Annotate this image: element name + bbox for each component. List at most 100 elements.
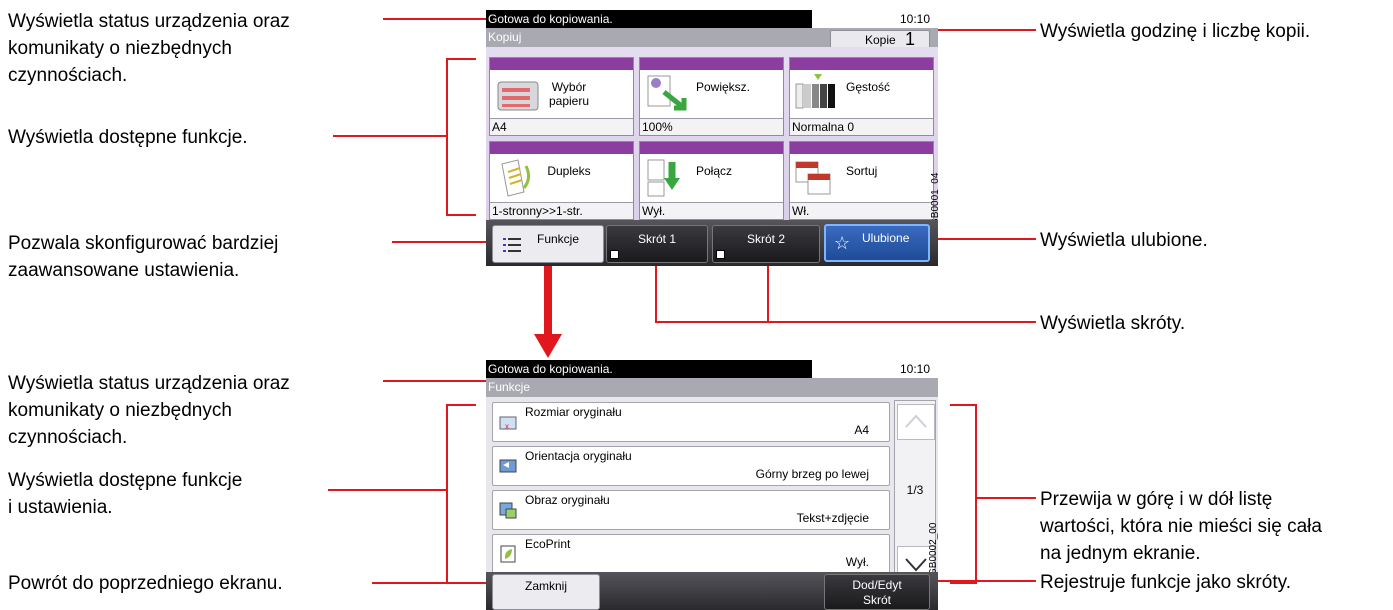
density-icon [795,74,835,109]
list-item-ecoprint[interactable]: EcoPrint Wył. [492,534,890,574]
add-edit-label-1: Dod/Edyt [852,578,902,592]
tile-label: Wybór papieru [548,80,590,108]
down-arrow-head [534,334,562,358]
combine-icon [647,159,680,197]
figure-code: GB0002_00 [928,522,938,576]
annotation-functions-top: Wyświetla dostępne funkcje. [8,127,248,148]
status-bar: Gotowa do kopiowania. 10:10 [486,10,938,28]
add-edit-shortcut-button[interactable]: Dod/Edyt Skrót [824,574,930,610]
shortcut-2-button[interactable]: Skrót 2 [712,225,820,263]
item-label: Obraz oryginału [525,493,610,507]
annotation-register: Rejestruje funkcje jako skróty. [1040,572,1291,593]
leader-functions-top [333,135,448,137]
annotation-status-bottom: Wyświetla status urządzenia oraz komunik… [8,373,290,448]
status-message: Gotowa do kopiowania. [488,362,613,376]
title-bar: Funkcje [486,378,938,397]
shortcut-2-label: Skrót 2 [746,232,785,246]
tile-combine[interactable]: Połącz Wył. [639,141,784,220]
bracket-functions-bottom [446,404,448,584]
ecoprint-icon [500,545,516,563]
original-size-icon: x [499,416,517,431]
title-bar: Kopiuj Kopie 1 [486,28,938,49]
tile-label: Połącz [696,164,733,178]
leader-back [372,582,490,584]
annotation-back: Powrót do poprzedniego ekranu. [8,573,283,594]
leader-scroll [975,497,1036,499]
list-item-original-size[interactable]: x Rozmiar oryginału A4 [492,402,890,442]
orientation-icon [499,459,517,473]
functions-screen: Gotowa do kopiowania. 10:10 Funkcje x Ro… [486,360,938,610]
bottom-bar: Zamknij Dod/Edyt Skrót [486,572,938,610]
leader-shortcut2 [767,262,769,322]
item-label: Rozmiar oryginału [525,405,622,419]
tile-duplex[interactable]: Dupleks 1-stronny>>1-str. [489,141,634,220]
annotation-shortcuts: Wyświetla skróty. [1040,313,1186,334]
tile-zoom[interactable]: Powiększ. 100% [639,57,784,136]
copy-screen: Gotowa do kopiowania. 10:10 Kopiuj Kopie… [486,10,938,266]
tile-value: Wł. [790,202,933,219]
page-indicator: 1/3 [906,483,924,497]
add-edit-label-2: Skrót [862,593,891,607]
favorites-button[interactable]: ☆ Ulubione [824,224,930,262]
scroll-up-button[interactable] [897,404,935,440]
functions-list-icon [503,238,521,252]
annotation-time-copies: Wyświetla godzinę i liczbę kopii. [1040,21,1311,42]
status-bar: Gotowa do kopiowania. 10:10 [486,360,938,378]
item-value: Wył. [845,555,869,569]
annotation-functions-bottom: Wyświetla dostępne funkcje i ustawienia. [8,470,243,518]
leader-status-top [383,18,499,20]
annotation-status-top: Wyświetla status urządzenia oraz komunik… [8,11,290,86]
leader-shortcut1 [655,262,657,322]
collate-icon [795,161,831,195]
shortcut-1-button[interactable]: Skrót 1 [606,225,708,263]
leader-advanced [392,241,495,243]
chevron-up-icon [905,414,927,428]
functions-button[interactable]: Funkcje [492,225,604,263]
list-item-original-image[interactable]: Obraz oryginału Tekst+zdjęcie [492,490,890,530]
annotation-advanced: Pozwala skonfigurować bardziej zaawansow… [8,233,279,281]
svg-text:x: x [505,422,509,431]
tile-value: A4 [490,118,633,135]
leader-functions-bottom [328,489,448,491]
favorites-label: Ulubione [862,231,910,245]
screen-title: Funkcje [488,380,531,394]
zoom-icon [647,75,687,111]
star-icon: ☆ [834,233,851,253]
tile-label: Gęstość [846,80,891,94]
tile-value: Normalna 0 [790,118,933,135]
leader-time [930,29,1036,31]
leader-shortcuts [655,321,1036,323]
item-label: Orientacja oryginału [525,449,632,463]
close-button-label: Zamknij [524,579,567,593]
item-value: Tekst+zdjęcie [796,511,869,525]
copies-label: Kopie [865,33,896,47]
tile-value: 1-stronny>>1-str. [490,202,633,219]
tile-label: Powiększ. [696,80,751,94]
shortcut-icon [716,250,725,259]
clock: 10:10 [899,12,930,26]
status-message: Gotowa do kopiowania. [488,12,613,26]
close-button[interactable]: Zamknij [492,574,600,610]
item-label: EcoPrint [525,537,571,551]
tile-collate[interactable]: Sortuj Wł. [789,141,934,220]
annotation-scroll: Przewija w górę i w dół listę wartości, … [1040,489,1322,564]
tile-label: Dupleks [547,164,591,178]
item-value: A4 [854,423,869,437]
tile-label: Sortuj [846,164,878,178]
screen-title: Kopiuj [488,30,522,44]
duplex-icon [501,159,531,197]
leader-register [925,580,1036,582]
figure-code: GB0001_04 [930,172,938,226]
bracket-functions-top [446,58,448,216]
tile-value: Wył. [640,202,783,219]
down-arrow [544,264,552,336]
list-item-original-orientation[interactable]: Orientacja oryginału Górny brzeg po lewe… [492,446,890,486]
tile-density[interactable]: Gęstość Normalna 0 [789,57,934,136]
tile-value: 100% [640,118,783,135]
item-value: Górny brzeg po lewej [755,467,869,481]
original-image-icon [499,502,517,519]
clock: 10:10 [899,362,930,376]
leader-favorites [928,238,1036,240]
tile-paper-selection[interactable]: Wybór papieru A4 [489,57,634,136]
annotation-favorites: Wyświetla ulubione. [1040,230,1208,251]
